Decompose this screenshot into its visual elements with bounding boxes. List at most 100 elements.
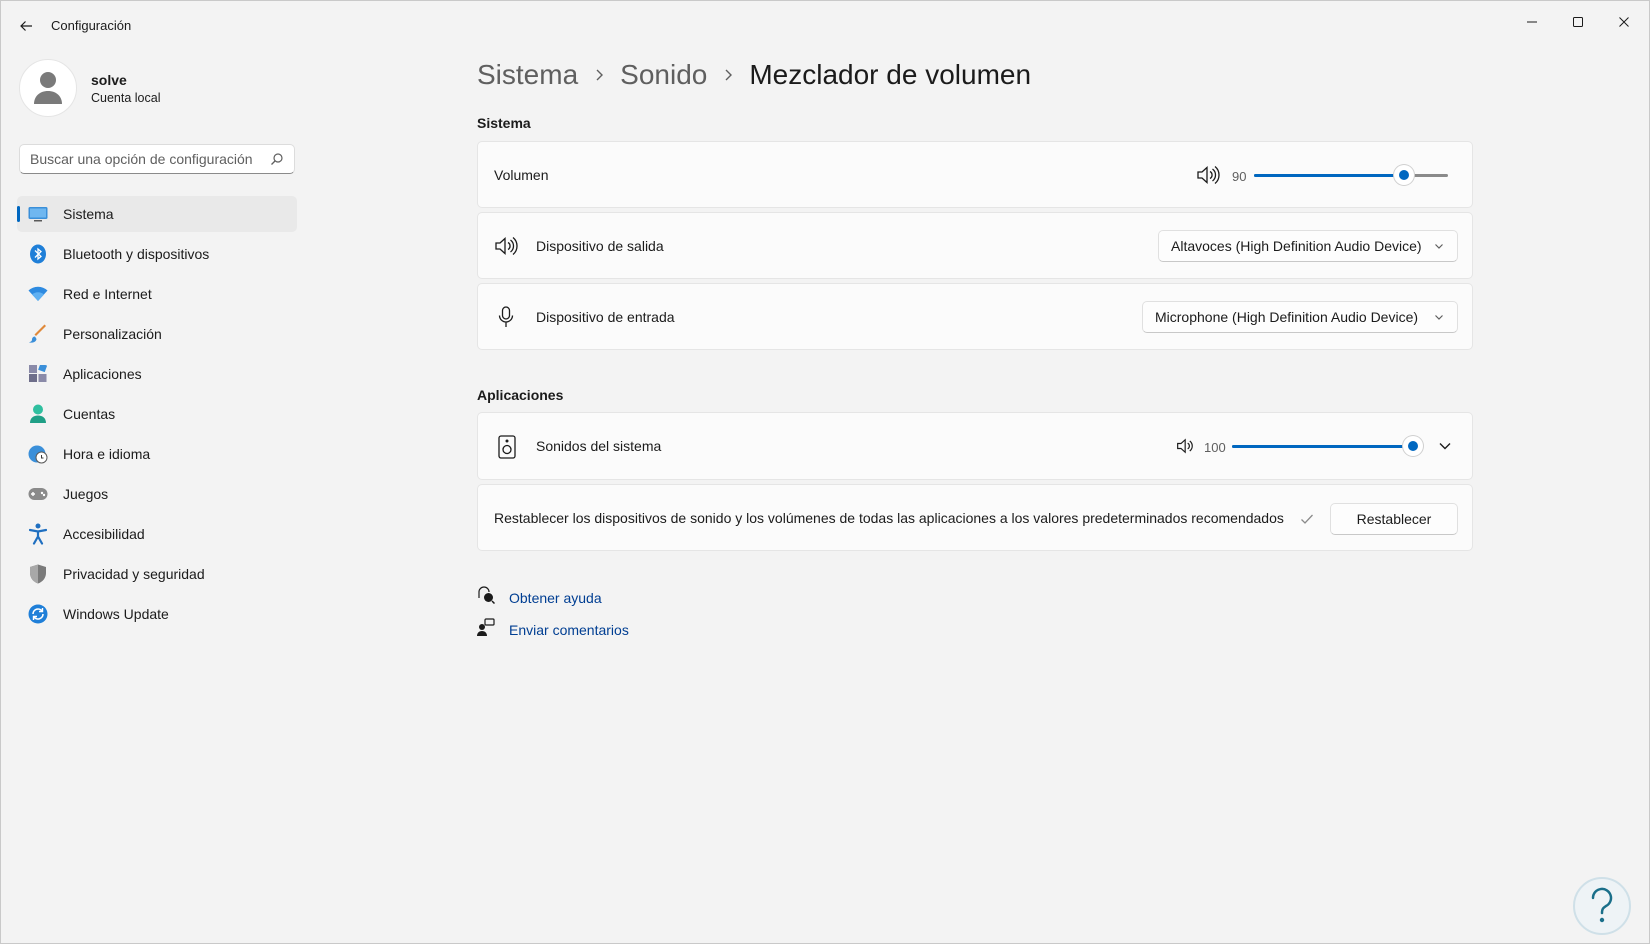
breadcrumb: Sistema Sonido Mezclador de volumen xyxy=(477,59,1031,91)
sidebar-item-juegos[interactable]: Juegos xyxy=(17,476,297,512)
search-icon[interactable] xyxy=(270,152,284,166)
system-display-icon xyxy=(27,203,49,225)
sidebar-item-sistema[interactable]: Sistema xyxy=(17,196,297,232)
output-device-dropdown[interactable]: Altavoces (High Definition Audio Device) xyxy=(1158,230,1458,262)
expand-chevron-icon[interactable] xyxy=(1438,439,1452,458)
title-bar: Configuración xyxy=(1,1,1649,49)
system-sounds-card: Sonidos del sistema 100 xyxy=(477,412,1473,480)
minimize-button[interactable] xyxy=(1512,7,1552,37)
shield-icon xyxy=(27,563,49,585)
sidebar-item-label: Bluetooth y dispositivos xyxy=(63,246,210,262)
sidebar-item-aplicaciones[interactable]: Aplicaciones xyxy=(17,356,297,392)
wifi-icon xyxy=(27,283,49,305)
input-device-dropdown[interactable]: Microphone (High Definition Audio Device… xyxy=(1142,301,1458,333)
avatar xyxy=(19,59,77,117)
close-icon xyxy=(1619,17,1629,27)
sidebar-item-label: Juegos xyxy=(63,486,109,502)
back-button[interactable] xyxy=(15,15,37,37)
output-device-value: Altavoces (High Definition Audio Device) xyxy=(1171,238,1422,254)
slider-thumb[interactable] xyxy=(1394,165,1414,185)
sidebar-item-bluetooth[interactable]: Bluetooth y dispositivos xyxy=(17,236,297,272)
chevron-down-icon xyxy=(1435,315,1443,320)
sidebar-item-red-internet[interactable]: Red e Internet xyxy=(17,276,297,312)
user-profile[interactable]: solve Cuenta local xyxy=(19,59,161,117)
app-title: Configuración xyxy=(51,18,132,33)
update-icon xyxy=(27,603,49,625)
apps-icon xyxy=(27,363,49,385)
sidebar-item-label: Aplicaciones xyxy=(63,366,142,382)
sidebar-item-cuentas[interactable]: Cuentas xyxy=(17,396,297,432)
section-title-sistema: Sistema xyxy=(477,115,531,131)
profile-name: solve xyxy=(91,71,127,88)
globe-clock-icon xyxy=(27,443,49,465)
sidebar-item-label: Privacidad y seguridad xyxy=(63,566,205,582)
speaker-icon[interactable] xyxy=(1176,436,1196,461)
system-sounds-value: 100 xyxy=(1204,440,1226,455)
search-input[interactable] xyxy=(20,150,267,168)
system-sounds-speaker-icon xyxy=(498,435,516,464)
back-arrow-icon xyxy=(20,21,32,31)
help-icon xyxy=(477,586,496,609)
chevron-right-icon xyxy=(723,68,733,82)
input-device-value: Microphone (High Definition Audio Device… xyxy=(1155,309,1419,325)
sidebar-item-privacidad[interactable]: Privacidad y seguridad xyxy=(17,556,297,592)
slider-fill xyxy=(1254,174,1404,177)
sidebar-nav: Sistema Bluetooth y dispositivos Red e I… xyxy=(17,196,297,636)
system-sounds-slider[interactable] xyxy=(1232,436,1423,456)
sidebar-item-personalizacion[interactable]: Personalización xyxy=(17,316,297,352)
slider-fill xyxy=(1232,445,1413,448)
settings-window: Configuración solve Cuenta local Sis xyxy=(0,0,1650,944)
help-assistant-badge[interactable] xyxy=(1573,877,1631,935)
search-box xyxy=(19,144,295,174)
chevron-right-icon xyxy=(594,68,604,82)
page-title: Mezclador de volumen xyxy=(749,59,1032,90)
input-device-label: Dispositivo de entrada xyxy=(536,309,675,325)
feedback-icon xyxy=(477,618,495,641)
sidebar-item-label: Sistema xyxy=(63,206,114,222)
input-device-card: Dispositivo de entrada Microphone (High … xyxy=(477,283,1473,350)
sidebar-item-windows-update[interactable]: Windows Update xyxy=(17,596,297,632)
breadcrumb-sonido[interactable]: Sonido xyxy=(620,59,707,91)
gamepad-icon xyxy=(27,483,49,505)
close-button[interactable] xyxy=(1604,7,1644,37)
brush-icon xyxy=(27,323,49,345)
get-help-link[interactable]: Obtener ayuda xyxy=(509,590,602,606)
send-feedback-link[interactable]: Enviar comentarios xyxy=(509,622,629,638)
maximize-button[interactable] xyxy=(1558,7,1598,37)
output-device-card: Dispositivo de salida Altavoces (High De… xyxy=(477,212,1473,279)
system-sounds-label: Sonidos del sistema xyxy=(536,438,662,454)
speaker-icon[interactable] xyxy=(1196,164,1220,191)
volume-card: Volumen 90 xyxy=(477,141,1473,208)
section-title-aplicaciones: Aplicaciones xyxy=(477,387,564,403)
breadcrumb-sistema[interactable]: Sistema xyxy=(477,59,578,91)
minimize-icon xyxy=(1527,21,1537,23)
sidebar-item-label: Windows Update xyxy=(63,606,169,622)
chevron-down-icon xyxy=(1435,244,1443,249)
sidebar-item-hora-idioma[interactable]: Hora e idioma xyxy=(17,436,297,472)
sidebar-item-label: Personalización xyxy=(63,326,162,342)
volume-label: Volumen xyxy=(494,167,549,183)
help-link-row: Obtener ayuda xyxy=(477,586,602,609)
sidebar-item-accesibilidad[interactable]: Accesibilidad xyxy=(17,516,297,552)
sidebar-item-label: Accesibilidad xyxy=(63,526,145,542)
checkmark-icon xyxy=(1300,512,1314,530)
reset-description: Restablecer los dispositivos de sonido y… xyxy=(494,510,1284,526)
user-avatar-icon xyxy=(34,72,62,104)
accessibility-icon xyxy=(27,523,49,545)
volume-value: 90 xyxy=(1232,169,1247,184)
person-icon xyxy=(27,403,49,425)
profile-account-type: Cuenta local xyxy=(91,90,161,105)
sidebar-item-label: Cuentas xyxy=(63,406,116,422)
volume-slider[interactable] xyxy=(1254,165,1448,185)
reset-card: Restablecer los dispositivos de sonido y… xyxy=(477,484,1473,551)
bluetooth-icon xyxy=(27,243,49,265)
slider-thumb[interactable] xyxy=(1403,436,1423,456)
sidebar-item-label: Hora e idioma xyxy=(63,446,151,462)
maximize-icon xyxy=(1573,17,1583,27)
feedback-link-row: Enviar comentarios xyxy=(477,618,629,641)
speaker-icon xyxy=(494,235,518,262)
sidebar-item-label: Red e Internet xyxy=(63,286,152,302)
output-device-label: Dispositivo de salida xyxy=(536,238,664,254)
question-mark-icon xyxy=(1591,887,1613,923)
reset-button[interactable]: Restablecer xyxy=(1330,503,1458,535)
